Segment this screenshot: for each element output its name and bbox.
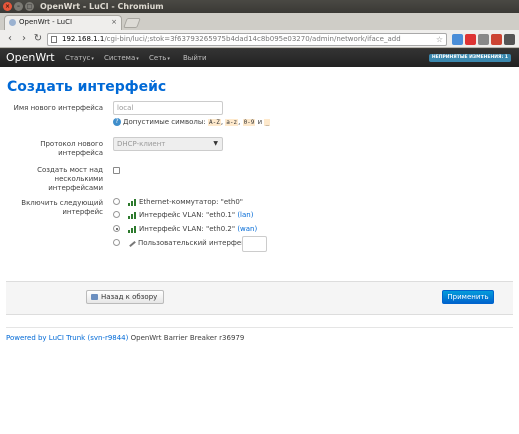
unsaved-changes-badge[interactable]: НЕПРИНЯТЫЕ ИЗМЕНЕНИЯ: 1 [428,54,511,62]
radio-custom[interactable] [113,239,120,246]
vlan-icon [128,211,137,219]
protocol-label: Протокол нового интерфейса [40,140,103,157]
address-bar[interactable]: 192.168.1.1/cgi-bin/luci/;stok=3f6379326… [47,33,447,46]
new-tab-button[interactable] [123,18,141,28]
include-label: Включить следующий интерфейс [21,199,103,216]
url-path: /cgi-bin/luci/;stok=3f63793265975b4dad14… [104,35,401,43]
reload-icon[interactable]: ↻ [32,33,44,45]
cloud-ext-icon[interactable] [478,34,489,45]
luci-link[interactable]: Powered by LuCI Trunk (svn-r9844) [6,334,128,342]
stop-ext-icon[interactable] [465,34,476,45]
footer-divider [6,327,513,328]
bridge-label: Создать мост над несколькими интерфейсам… [37,166,103,192]
interface-custom: Пользовательский интерфейс: [128,238,252,248]
browser-toolbar: ‹ › ↻ 192.168.1.1/cgi-bin/luci/;stok=3f6… [0,30,519,48]
browser-tab[interactable]: OpenWrt - LuCI × [4,15,122,30]
back-to-overview-button[interactable]: Назад к обзору [86,290,165,304]
menu-logout[interactable]: Выйти [183,49,207,67]
camera-ext-icon[interactable] [491,34,502,45]
interface-eth0: Ethernet-коммутатор: "eth0" [128,197,243,207]
page-title: Создать интерфейс [7,79,167,95]
lan-link[interactable]: (lan) [237,211,253,219]
url-host: 192.168.1.1 [62,35,105,43]
custom-interface-input[interactable] [242,236,267,252]
page-icon [51,36,57,43]
window-titlebar: × – □ OpenWrt - LuCI - Chromium [0,0,519,13]
switch-icon [128,198,137,206]
form-actions: Назад к обзору Применить [6,281,513,315]
window-maximize-button[interactable]: □ [25,2,34,11]
tab-title: OpenWrt - LuCI [19,18,73,26]
footer: Powered by LuCI Trunk (svn-r9844) OpenWr… [6,334,244,342]
luci-navbar: OpenWrt Статус▾ Система▾ Сеть▾ Выйти НЕП… [0,49,519,67]
interface-name-input[interactable]: local [113,101,223,115]
protocol-select[interactable]: DHCP-клиент ▼ [113,137,223,151]
interface-eth0-1: Интерфейс VLAN: "eth0.1" (lan) [128,210,253,220]
menu-status[interactable]: Статус▾ [65,49,94,68]
favicon-icon [9,19,16,26]
forward-icon[interactable]: › [18,33,30,45]
tab-strip: OpenWrt - LuCI × [0,13,519,30]
radio-eth0-2[interactable] [113,225,120,232]
menu-system[interactable]: Система▾ [104,49,139,68]
window-minimize-button[interactable]: – [14,2,23,11]
radio-eth0-1[interactable] [113,211,120,218]
translate-ext-icon[interactable] [452,34,463,45]
vlan-icon [128,225,137,233]
bookmark-star-icon[interactable]: ☆ [436,34,443,45]
allowed-chars-hint: ? Допустимые символы: A-Z, a-z, 0-9 и _ [113,117,271,128]
apply-button[interactable]: Применить [442,290,494,304]
version-text: OpenWrt Barrier Breaker r36979 [130,334,245,342]
info-icon: ? [113,118,121,126]
interface-eth0-2: Интерфейс VLAN: "eth0.2" (wan) [128,224,257,234]
back-icon[interactable]: ‹ [4,33,16,45]
window-title: OpenWrt - LuCI - Chromium [40,2,164,11]
window-close-button[interactable]: × [3,2,12,11]
tab-close-icon[interactable]: × [111,16,117,29]
menu-ext-icon[interactable] [504,34,515,45]
menu-network[interactable]: Сеть▾ [149,49,170,68]
wan-link[interactable]: (wan) [237,225,257,233]
page-content: OpenWrt Статус▾ Система▾ Сеть▾ Выйти НЕП… [0,49,519,434]
custom-interface-icon [128,240,136,247]
brand-logo[interactable]: OpenWrt [6,49,55,67]
bridge-checkbox[interactable] [113,167,120,174]
radio-eth0[interactable] [113,198,120,205]
chevron-down-icon: ▼ [213,140,218,147]
back-arrow-icon [91,294,98,300]
name-label: Имя нового интерфейса [13,104,103,112]
